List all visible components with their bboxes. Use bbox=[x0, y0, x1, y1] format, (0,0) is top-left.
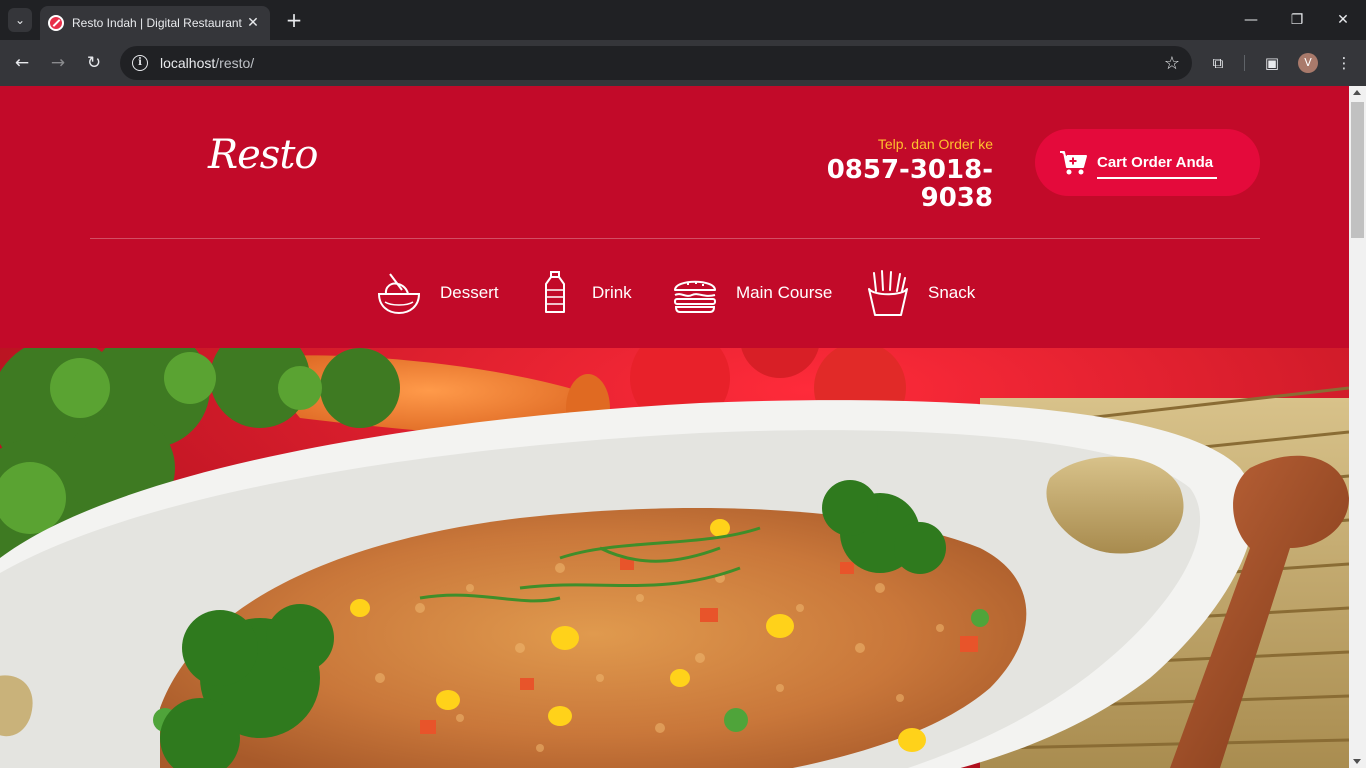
site-info-icon[interactable]: i bbox=[132, 55, 148, 71]
profile-avatar[interactable]: V bbox=[1298, 53, 1318, 73]
close-window-button[interactable]: ✕ bbox=[1328, 8, 1358, 32]
favicon-icon bbox=[48, 15, 64, 31]
toolbar-separator bbox=[1244, 55, 1245, 71]
category-label: Main Course bbox=[736, 283, 833, 302]
address-bar[interactable]: i localhost/resto/ ☆ bbox=[120, 46, 1192, 80]
browser-tabbar: ⌄ Resto Indah | Digital Restaurant ✕ + —… bbox=[0, 0, 1366, 40]
category-nav: Dessert Drink Main Course Snack bbox=[0, 268, 1349, 318]
category-drink[interactable]: Drink bbox=[536, 268, 632, 318]
contact-label: Telp. dan Order ke bbox=[877, 136, 993, 152]
scroll-thumb[interactable] bbox=[1351, 102, 1364, 238]
burger-icon bbox=[674, 280, 716, 313]
extensions-icon[interactable]: ⧉ bbox=[1206, 51, 1230, 75]
category-main-course[interactable]: Main Course bbox=[672, 268, 832, 318]
new-tab-button[interactable]: + bbox=[282, 8, 306, 32]
forward-button[interactable]: → bbox=[46, 51, 70, 75]
site-logo[interactable]: Resto bbox=[208, 132, 318, 178]
category-label: Snack bbox=[928, 283, 976, 302]
bookmark-star-icon[interactable]: ☆ bbox=[1164, 53, 1180, 74]
scroll-up-arrow-icon[interactable] bbox=[1353, 90, 1361, 95]
page-viewport: Resto Telp. dan Order ke 0857-3018-9038 … bbox=[0, 86, 1349, 768]
cart-order-button[interactable]: Cart Order Anda bbox=[1035, 129, 1260, 196]
dessert-bowl-icon bbox=[377, 273, 421, 315]
contact-phone: 0857-3018-9038 bbox=[826, 155, 993, 213]
reload-button[interactable]: ↻ bbox=[82, 51, 106, 75]
menu-icon[interactable]: ⋮ bbox=[1332, 51, 1356, 75]
restore-button[interactable]: ❐ bbox=[1282, 8, 1312, 32]
category-label: Drink bbox=[592, 283, 632, 302]
category-label: Dessert bbox=[440, 283, 499, 302]
cart-order-label: Cart Order Anda bbox=[1097, 154, 1218, 179]
side-panel-icon[interactable]: ▣ bbox=[1260, 51, 1284, 75]
header-divider bbox=[90, 238, 1260, 239]
browser-tab[interactable]: Resto Indah | Digital Restaurant ✕ bbox=[40, 6, 270, 40]
scroll-down-arrow-icon[interactable] bbox=[1353, 759, 1361, 764]
tab-title: Resto Indah | Digital Restaurant bbox=[72, 16, 242, 30]
back-button[interactable]: ← bbox=[10, 51, 34, 75]
bottle-icon bbox=[545, 271, 565, 313]
category-snack[interactable]: Snack bbox=[866, 268, 975, 318]
url-text[interactable]: localhost/resto/ bbox=[160, 55, 254, 71]
fried-rice-illustration bbox=[0, 348, 1349, 768]
hero-food-image bbox=[0, 348, 1349, 768]
category-dessert[interactable]: Dessert bbox=[376, 268, 499, 318]
site-header: Resto Telp. dan Order ke 0857-3018-9038 … bbox=[0, 86, 1349, 348]
cart-icon bbox=[1060, 150, 1087, 174]
browser-toolbar: ← → ↻ i localhost/resto/ ☆ ⧉ ▣ ⋮ bbox=[0, 40, 1366, 86]
minimize-button[interactable]: — bbox=[1236, 8, 1266, 32]
page-scrollbar[interactable] bbox=[1349, 86, 1366, 768]
tab-search-button[interactable]: ⌄ bbox=[8, 8, 32, 32]
fries-icon bbox=[868, 270, 908, 316]
tab-close-icon[interactable]: ✕ bbox=[244, 15, 262, 31]
